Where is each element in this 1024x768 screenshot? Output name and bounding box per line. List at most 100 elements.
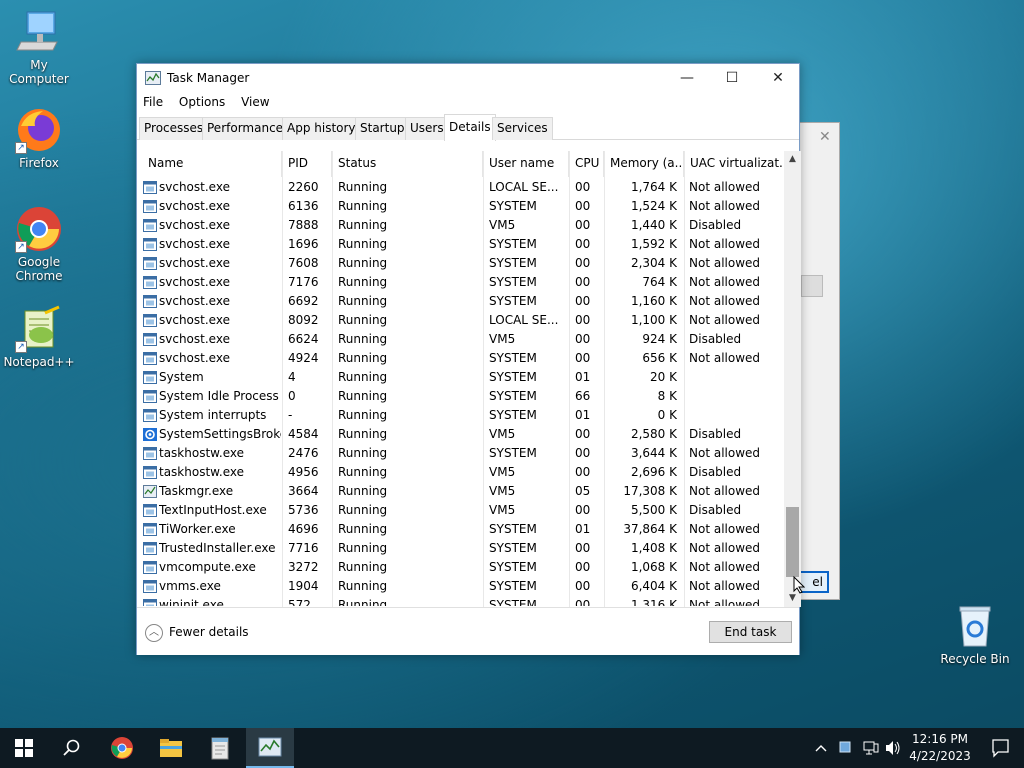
process-status: Running [338, 427, 388, 441]
process-user: VM5 [489, 465, 516, 479]
table-row[interactable]: svchost.exe 6136 Running SYSTEM 00 1,524 K Not… [137, 197, 783, 216]
process-uac: Disabled [689, 465, 742, 479]
menu-file[interactable]: File [143, 92, 169, 109]
desktop-icon-label: Firefox [19, 156, 59, 170]
desktop-icon-firefox[interactable]: ↗ Firefox [0, 106, 78, 170]
table-row[interactable]: svchost.exe 7176 Running SYSTEM 00 764 K Not a… [137, 273, 783, 292]
taskbar-task-manager[interactable] [246, 728, 294, 768]
table-row[interactable]: svchost.exe 4924 Running SYSTEM 00 656 K Not a… [137, 349, 783, 368]
column-header-cpu[interactable]: CPU [569, 151, 604, 177]
table-row[interactable]: System Idle Process 0 Running SYSTEM 66 8 K [137, 387, 783, 406]
tab-performance[interactable]: Performance [202, 117, 289, 140]
table-row[interactable]: TiWorker.exe 4696 Running SYSTEM 01 37,864 K N… [137, 520, 783, 539]
table-row[interactable]: vmms.exe 1904 Running SYSTEM 00 6,404 K Not al… [137, 577, 783, 596]
service-icon [143, 561, 157, 574]
process-status: Running [338, 332, 388, 346]
desktop-icon-recycle-bin[interactable]: Recycle Bin [936, 602, 1014, 666]
tab-processes[interactable]: Processes [139, 117, 209, 140]
task-manager-window: Task Manager — ☐ ✕ File Options View Pro… [136, 63, 801, 655]
column-header-memory[interactable]: Memory (a... [604, 151, 684, 177]
table-row[interactable]: Taskmgr.exe 3664 Running VM5 05 17,308 K Not a… [137, 482, 783, 501]
search-button[interactable] [48, 728, 96, 768]
menu-view[interactable]: View [241, 92, 275, 109]
process-pid: 6624 [288, 332, 319, 346]
tray-app-button[interactable] [838, 728, 854, 768]
process-memory: 37,864 K [623, 522, 677, 536]
process-user: VM5 [489, 332, 516, 346]
process-memory: 20 K [650, 370, 677, 384]
column-header-status[interactable]: Status [332, 151, 483, 177]
table-row[interactable]: svchost.exe 1696 Running SYSTEM 00 1,592 K Not… [137, 235, 783, 254]
desktop-icon-my-computer[interactable]: My Computer [0, 8, 78, 86]
tab-startup[interactable]: Startup [355, 117, 410, 140]
process-name: TrustedInstaller.exe [159, 541, 276, 555]
process-user: SYSTEM [489, 598, 537, 606]
process-user: VM5 [489, 503, 516, 517]
start-button[interactable] [0, 728, 48, 768]
network-button[interactable] [862, 728, 880, 768]
process-name: wininit.exe [159, 598, 224, 606]
background-dialog: ✕ el [796, 122, 840, 600]
table-row[interactable]: vmcompute.exe 3272 Running SYSTEM 00 1,068 K N… [137, 558, 783, 577]
notifications-button[interactable] [980, 728, 1020, 768]
tab-app-history[interactable]: App history [282, 117, 361, 140]
process-status: Running [338, 275, 388, 289]
scrollbar-thumb[interactable] [786, 507, 799, 577]
process-memory: 17,308 K [623, 484, 677, 498]
process-status: Running [338, 522, 388, 536]
close-button[interactable]: ✕ [755, 64, 801, 92]
tab-services[interactable]: Services [492, 117, 553, 140]
desktop-icon-google-chrome[interactable]: ↗ Google Chrome [0, 205, 78, 283]
column-header-uac-virtualization[interactable]: UAC virtualizat... [684, 151, 783, 177]
process-user: SYSTEM [489, 408, 537, 422]
show-hidden-icons-button[interactable] [814, 728, 832, 768]
column-header-user-name[interactable]: User name [483, 151, 569, 177]
table-row[interactable]: System 4 Running SYSTEM 01 20 K [137, 368, 783, 387]
process-uac: Not allowed [689, 560, 761, 574]
table-row[interactable]: TrustedInstaller.exe 7716 Running SYSTEM 00 1… [137, 539, 783, 558]
table-row[interactable]: taskhostw.exe 4956 Running VM5 00 2,696 K Disa… [137, 463, 783, 482]
service-icon [143, 181, 157, 194]
taskbar-clock[interactable]: 12:16 PM 4/22/2023 [900, 731, 980, 765]
process-uac [689, 406, 779, 425]
menu-options[interactable]: Options [179, 92, 231, 109]
column-header-pid[interactable]: PID [282, 151, 332, 177]
taskbar-chrome[interactable] [98, 728, 146, 768]
fewer-details-button[interactable]: ︿ Fewer details [145, 622, 249, 642]
table-row[interactable]: svchost.exe 7888 Running VM5 00 1,440 K Disabl… [137, 216, 783, 235]
table-row[interactable]: svchost.exe 6624 Running VM5 00 924 K Disabled [137, 330, 783, 349]
process-cpu: 00 [575, 427, 591, 441]
end-task-button[interactable]: End task [709, 621, 792, 643]
table-row[interactable]: svchost.exe 8092 Running LOCAL SE... 00 1,100… [137, 311, 783, 330]
background-dialog-close-icon[interactable]: ✕ [819, 129, 831, 145]
mouse-cursor-icon [793, 576, 805, 594]
tab-details[interactable]: Details [444, 114, 496, 141]
table-row[interactable]: svchost.exe 2260 Running LOCAL SE... 00 1,764… [137, 178, 783, 197]
process-uac: Not allowed [689, 484, 761, 498]
tab-users[interactable]: Users [405, 117, 449, 140]
taskbar-notepad[interactable] [196, 728, 244, 768]
table-row[interactable]: System interrupts - Running SYSTEM 01 0 K [137, 406, 783, 425]
process-user: SYSTEM [489, 370, 537, 384]
table-row[interactable]: svchost.exe 7608 Running SYSTEM 00 2,304 K Not… [137, 254, 783, 273]
table-row[interactable]: taskhostw.exe 2476 Running SYSTEM 00 3,644 K N… [137, 444, 783, 463]
process-status: Running [338, 199, 388, 213]
taskbar-file-explorer[interactable] [147, 728, 195, 768]
process-uac: Not allowed [689, 598, 761, 606]
vertical-scrollbar[interactable]: ▲ ▼ [784, 151, 801, 607]
service-icon [143, 200, 157, 213]
process-pid: 4924 [288, 351, 319, 365]
maximize-button[interactable]: ☐ [709, 64, 755, 92]
process-cpu: 00 [575, 180, 591, 194]
scroll-up-arrow-icon[interactable]: ▲ [784, 151, 801, 168]
process-user: SYSTEM [489, 294, 537, 308]
desktop-icon-notepadpp[interactable]: ↗ Notepad++ [0, 305, 78, 369]
process-memory: 1,068 K [630, 560, 677, 574]
table-row[interactable]: TextInputHost.exe 5736 Running VM5 00 5,500 K… [137, 501, 783, 520]
minimize-button[interactable]: — [664, 64, 710, 92]
title-bar[interactable]: Task Manager — ☐ ✕ [137, 64, 799, 92]
column-header-name[interactable]: Name [142, 151, 282, 177]
table-row[interactable]: svchost.exe 6692 Running SYSTEM 00 1,160 K Not… [137, 292, 783, 311]
table-row[interactable]: SystemSettingsBroke... 4584 Running VM5 00 2,… [137, 425, 783, 444]
table-row[interactable]: wininit.exe 572 Running SYSTEM 00 1,316 K Not … [137, 596, 783, 606]
